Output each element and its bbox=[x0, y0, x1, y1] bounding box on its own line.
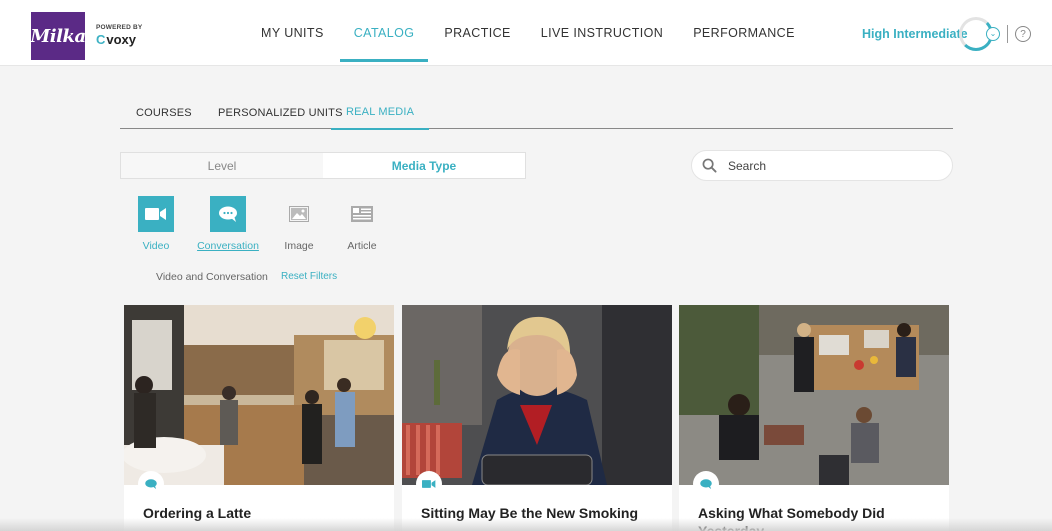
search-box bbox=[691, 150, 953, 181]
tab-real-media[interactable]: REAL MEDIA bbox=[331, 96, 430, 130]
media-card[interactable]: Sitting May Be the New Smoking bbox=[402, 305, 672, 531]
card-thumbnail-cafe bbox=[124, 305, 394, 485]
chevron-down-icon[interactable]: ⌄ bbox=[986, 27, 1000, 41]
filter-mode-toggle: Level Media Type bbox=[120, 152, 526, 179]
media-type-video[interactable]: Video bbox=[130, 196, 182, 252]
voxy-wordmark: voxy bbox=[106, 32, 137, 47]
nav-my-units[interactable]: MY UNITS bbox=[261, 0, 324, 66]
media-type-image[interactable]: Image bbox=[273, 196, 325, 252]
voxy-logo: C voxy bbox=[96, 32, 136, 47]
nav-catalog[interactable]: CATALOG bbox=[339, 0, 429, 66]
speech-bubbles-icon bbox=[693, 471, 719, 497]
header-divider bbox=[1007, 25, 1008, 43]
media-type-conversation[interactable]: Conversation bbox=[197, 196, 259, 252]
search-input[interactable] bbox=[728, 151, 938, 180]
nav-live-instruction[interactable]: LIVE INSTRUCTION bbox=[541, 0, 663, 66]
speech-bubbles-icon bbox=[138, 471, 164, 497]
powered-by-label: POWERED BY bbox=[96, 24, 143, 31]
speech-bubbles-icon bbox=[210, 196, 246, 232]
top-header: Milka POWERED BY C voxy MY UNITS CATALOG… bbox=[0, 0, 1052, 66]
main-nav: MY UNITS CATALOG PRACTICE LIVE INSTRUCTI… bbox=[261, 0, 795, 66]
tab-personalized-units[interactable]: PERSONALIZED UNITS bbox=[218, 96, 343, 129]
video-camera-icon bbox=[416, 471, 442, 497]
image-icon bbox=[281, 196, 317, 232]
media-type-article[interactable]: Article bbox=[336, 196, 388, 252]
help-icon[interactable]: ? bbox=[1015, 26, 1031, 42]
filter-level-option[interactable]: Level bbox=[121, 153, 323, 178]
brand-logo[interactable]: Milka bbox=[30, 12, 86, 60]
video-camera-icon bbox=[138, 196, 174, 232]
nav-performance[interactable]: PERFORMANCE bbox=[693, 0, 795, 66]
media-type-label: Video bbox=[142, 240, 170, 252]
media-type-label: Conversation bbox=[197, 240, 259, 252]
reset-filters-link[interactable]: Reset Filters bbox=[281, 271, 337, 282]
article-icon bbox=[344, 196, 380, 232]
catalog-subtabs: COURSES PERSONALIZED UNITS REAL MEDIA bbox=[120, 96, 953, 130]
card-thumbnail-meeting bbox=[679, 305, 949, 485]
tab-courses[interactable]: COURSES bbox=[136, 96, 192, 129]
media-type-label: Image bbox=[284, 240, 314, 252]
active-filters-summary: Video and Conversation bbox=[156, 271, 268, 283]
card-thumbnail-office bbox=[402, 305, 672, 485]
scroll-fade bbox=[0, 518, 1052, 531]
voxy-mark-icon: C bbox=[96, 32, 106, 47]
media-card[interactable]: Asking What Somebody Did Yesterday bbox=[679, 305, 949, 531]
media-type-label: Article bbox=[347, 240, 377, 252]
search-icon bbox=[702, 158, 717, 173]
media-card[interactable]: Ordering a Latte bbox=[124, 305, 394, 531]
nav-practice[interactable]: PRACTICE bbox=[444, 0, 510, 66]
filter-media-type-option[interactable]: Media Type bbox=[323, 153, 525, 178]
level-indicator-label[interactable]: High Intermediate bbox=[862, 27, 968, 41]
